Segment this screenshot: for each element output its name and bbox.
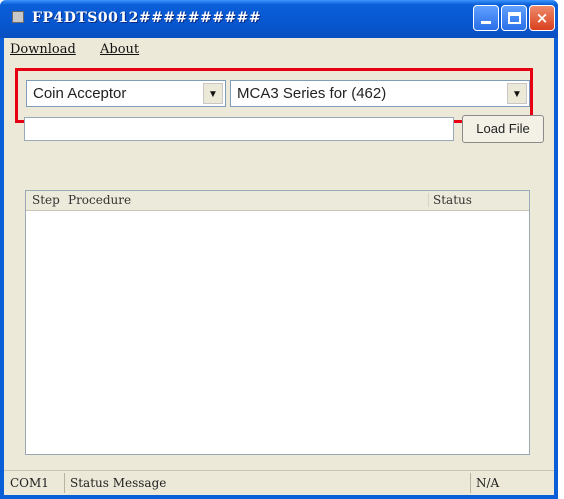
procedure-list[interactable]: Step Procedure Status (25, 190, 530, 455)
column-step[interactable]: Step (32, 193, 60, 207)
status-state: N/A (476, 476, 500, 490)
menu-download[interactable]: Download (10, 42, 76, 57)
column-procedure[interactable]: Procedure (68, 193, 131, 207)
main-window: FP4DTS0012########## × Download About Co… (0, 0, 558, 499)
list-header: Step Procedure Status (26, 191, 529, 211)
file-path-input[interactable] (24, 117, 454, 141)
status-port: COM1 (10, 476, 49, 490)
status-bar: COM1 Status Message N/A (4, 470, 554, 495)
minimize-icon (481, 21, 491, 24)
column-status[interactable]: Status (428, 193, 472, 207)
close-button[interactable]: × (529, 5, 555, 31)
maximize-button[interactable] (501, 5, 527, 31)
status-divider (470, 473, 471, 493)
maximize-icon (507, 12, 521, 24)
minimize-button[interactable] (473, 5, 499, 31)
status-divider (64, 473, 65, 493)
title-bar[interactable]: FP4DTS0012########## × (0, 0, 558, 38)
close-icon: × (535, 9, 549, 27)
selection-highlight-box (15, 68, 533, 123)
app-icon (12, 11, 24, 23)
window-title: FP4DTS0012########## (32, 10, 262, 26)
menu-bar: Download About (4, 38, 554, 62)
status-message: Status Message (70, 476, 167, 490)
load-file-button[interactable]: Load File (462, 115, 544, 143)
menu-about[interactable]: About (100, 42, 139, 57)
